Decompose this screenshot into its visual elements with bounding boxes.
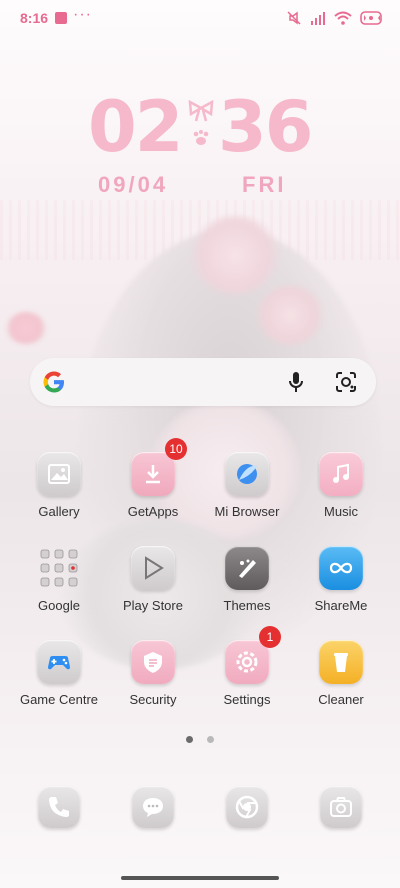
clock-minutes: 36 (218, 86, 313, 168)
app-settings[interactable]: 1 Settings (202, 626, 292, 707)
notification-badge: 1 (259, 626, 281, 648)
app-label: Google (38, 598, 80, 613)
app-shareme[interactable]: ShareMe (296, 546, 386, 613)
app-label: Themes (223, 598, 271, 613)
app-security[interactable]: Security (108, 640, 198, 707)
app-label: Mi Browser (214, 504, 280, 519)
app-label: Security (129, 692, 177, 707)
app-label: Music (324, 504, 358, 519)
app-themes[interactable]: Themes (202, 546, 292, 613)
notification-badge: 10 (165, 438, 187, 460)
page-indicator[interactable] (186, 736, 214, 743)
bow-icon (188, 100, 214, 122)
page-dot-active[interactable] (186, 736, 193, 743)
more-notifications-icon: ··· (73, 6, 92, 23)
shareme-icon (319, 546, 363, 590)
dock-messages[interactable] (108, 786, 198, 828)
app-label: Play Store (123, 598, 183, 613)
wallpaper-rose (255, 285, 325, 345)
clock-hours: 02 (88, 86, 183, 168)
notification-icon (55, 12, 67, 24)
weekday-label: FRI (242, 172, 287, 197)
messages-icon (132, 786, 174, 828)
battery-icon (360, 11, 382, 25)
security-icon (131, 640, 175, 684)
dock-phone[interactable] (14, 786, 104, 828)
date-label: 09/04 (98, 172, 169, 197)
app-cleaner[interactable]: Cleaner (296, 640, 386, 707)
game-centre-icon (37, 640, 81, 684)
status-time: 8:16 (20, 10, 49, 26)
signal-icon (311, 12, 325, 25)
app-label: Gallery (38, 504, 80, 519)
dock-camera[interactable] (296, 786, 386, 828)
mic-icon[interactable] (288, 371, 304, 393)
google-logo-icon (43, 371, 64, 393)
play-store-icon (131, 546, 175, 590)
home-indicator[interactable] (121, 876, 279, 880)
phone-icon (38, 786, 80, 828)
app-gallery[interactable]: Gallery (14, 452, 104, 519)
camera-icon (320, 786, 362, 828)
cleaner-icon (319, 640, 363, 684)
wifi-icon (334, 11, 352, 25)
app-game-centre[interactable]: Game Centre (14, 640, 104, 707)
app-google-folder[interactable]: Google (14, 546, 104, 613)
app-label: ShareMe (314, 598, 368, 613)
paw-icon (193, 130, 209, 145)
app-label: Settings (223, 692, 271, 707)
page-dot[interactable] (207, 736, 214, 743)
getapps-icon: 10 (131, 438, 187, 496)
settings-icon: 1 (225, 626, 281, 684)
gallery-icon (37, 452, 81, 496)
app-music[interactable]: Music (296, 452, 386, 519)
app-play-store[interactable]: Play Store (108, 546, 198, 613)
app-label: GetApps (127, 504, 179, 519)
app-label: Game Centre (19, 692, 99, 707)
app-label: Cleaner (318, 692, 364, 707)
dock-chrome[interactable] (202, 786, 292, 828)
status-bar: 8:16 ··· (0, 0, 400, 36)
chrome-icon (226, 786, 268, 828)
clock-widget[interactable]: 02 36 (88, 92, 318, 162)
google-search-bar[interactable] (30, 358, 376, 406)
lens-icon[interactable] (335, 371, 357, 393)
wallpaper-heart (6, 312, 46, 344)
browser-icon (225, 452, 269, 496)
app-getapps[interactable]: 10 GetApps (108, 438, 198, 519)
mute-icon (287, 11, 301, 25)
app-mi-browser[interactable]: Mi Browser (202, 452, 292, 519)
music-icon (319, 452, 363, 496)
themes-icon (225, 546, 269, 590)
wallpaper-rose (190, 215, 280, 295)
google-folder-icon (37, 546, 81, 590)
